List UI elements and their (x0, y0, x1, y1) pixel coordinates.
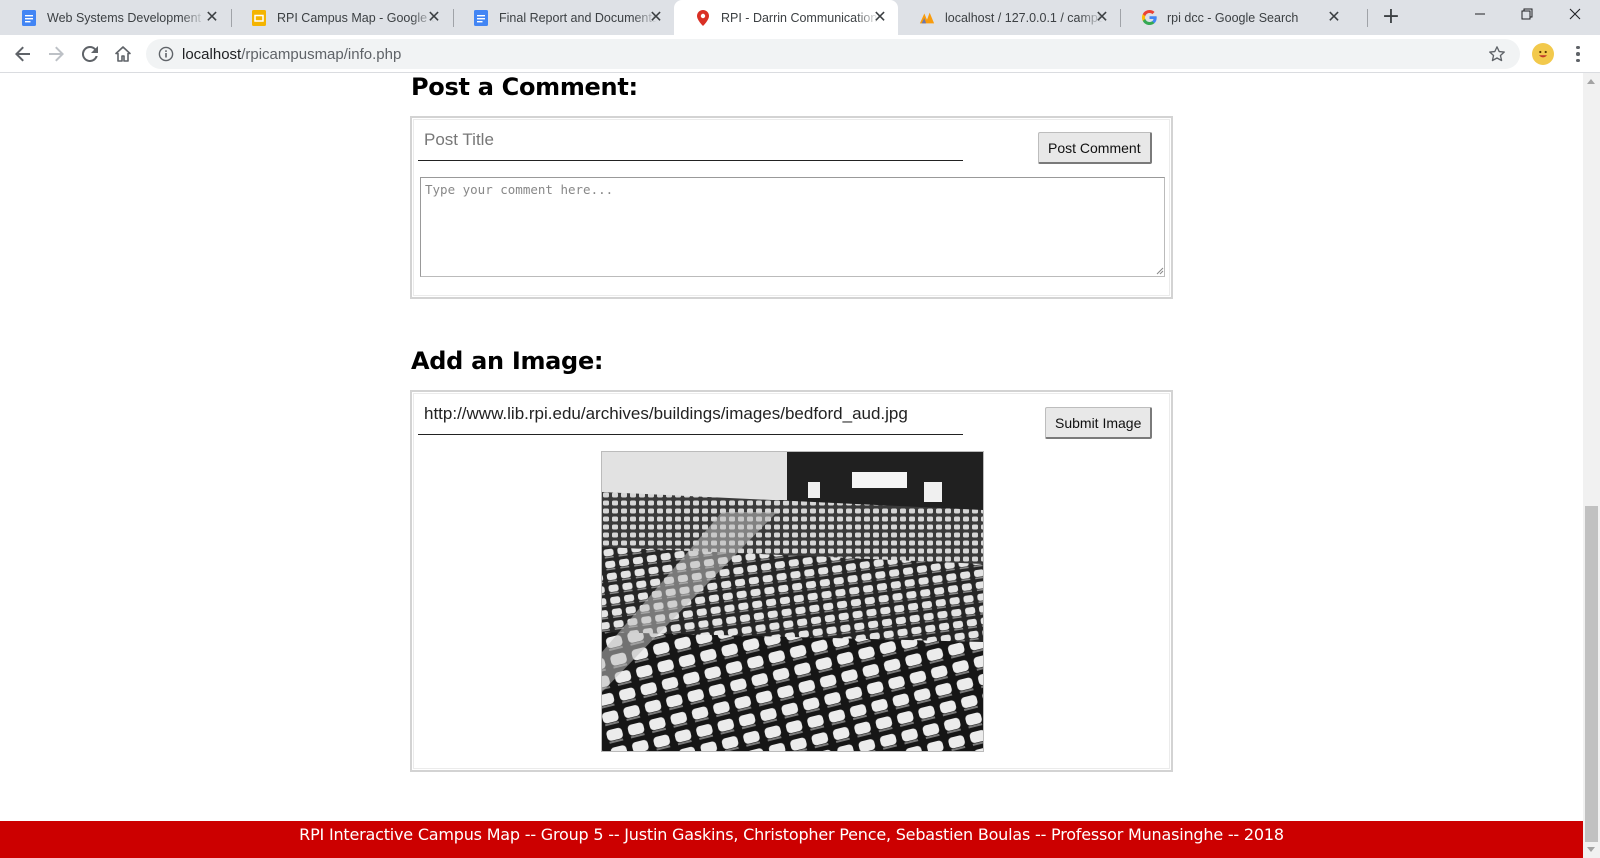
info-icon[interactable] (158, 46, 174, 62)
bookmark-star-icon[interactable] (1488, 45, 1506, 63)
browser-tab-3[interactable]: Final Report and Documentation ✕ (452, 0, 674, 35)
close-tab-icon[interactable]: ✕ (1094, 9, 1110, 25)
tab-title: RPI Campus Map - Google Slides (277, 10, 435, 25)
close-tab-icon[interactable]: ✕ (648, 9, 664, 25)
minimize-icon[interactable] (1457, 0, 1503, 33)
auditorium-photo-image (602, 452, 983, 751)
google-g-icon (1141, 10, 1157, 26)
tab-title: rpi dcc - Google Search (1167, 10, 1299, 25)
image-panel: Submit Image (410, 390, 1173, 772)
browser-tab-2[interactable]: RPI Campus Map - Google Slides ✕ (230, 0, 452, 35)
post-title-input[interactable] (418, 119, 963, 161)
map-pin-icon (695, 9, 711, 26)
browser-tab-4-active[interactable]: RPI - Darrin Communications Center ✕ (674, 0, 898, 35)
url-host: localhost (182, 46, 242, 63)
browser-tabstrip: Web Systems Development Project ✕ RPI Ca… (0, 0, 1600, 35)
close-window-icon[interactable] (1552, 0, 1598, 33)
back-arrow-icon[interactable] (11, 42, 35, 66)
browser-tab-5[interactable]: localhost / 127.0.0.1 / campus ✕ (898, 0, 1120, 35)
phpmyadmin-icon (919, 10, 935, 26)
google-slides-icon (251, 9, 267, 26)
tab-title: RPI - Darrin Communications Center (721, 10, 879, 25)
browser-tab-6[interactable]: rpi dcc - Google Search ✕ (1120, 0, 1352, 35)
comment-panel: Post Comment (410, 116, 1173, 299)
scroll-down-arrow-icon[interactable] (1587, 847, 1595, 852)
post-comment-button[interactable]: Post Comment (1038, 132, 1152, 164)
browser-menu-icon[interactable] (1570, 43, 1586, 65)
new-tab-button[interactable]: + (1379, 5, 1403, 29)
comment-body-textarea[interactable] (420, 177, 1165, 277)
tab-title: Final Report and Documentation (499, 10, 657, 25)
tab-title: localhost / 127.0.0.1 / campus (945, 10, 1103, 25)
close-tab-icon[interactable]: ✕ (204, 9, 220, 25)
image-heading: Add an Image: (411, 347, 604, 375)
scroll-up-arrow-icon[interactable] (1587, 79, 1595, 84)
auditorium-photo (601, 451, 984, 752)
tab-title: Web Systems Development Project (47, 10, 205, 25)
browser-tab-1[interactable]: Web Systems Development Project ✕ (0, 0, 230, 35)
tab-separator (1367, 9, 1368, 27)
scrollbar-thumb[interactable] (1585, 506, 1598, 842)
forward-arrow-icon[interactable] (44, 42, 68, 66)
restore-icon[interactable] (1504, 0, 1550, 33)
comment-heading: Post a Comment: (411, 73, 638, 101)
google-docs-icon (473, 9, 489, 26)
browser-toolbar: localhost/rpicampusmap/info.php (0, 35, 1600, 73)
image-url-input[interactable] (418, 393, 963, 435)
page-viewport: Post a Comment: Post Comment Add an Imag… (0, 73, 1583, 858)
close-tab-icon[interactable]: ✕ (872, 9, 888, 25)
close-tab-icon[interactable]: ✕ (426, 9, 442, 25)
page-scrollbar[interactable] (1583, 73, 1600, 858)
resize-grip-icon[interactable] (1155, 266, 1164, 275)
submit-image-button[interactable]: Submit Image (1045, 407, 1153, 439)
reload-icon[interactable] (78, 42, 102, 66)
profile-avatar-icon[interactable] (1532, 43, 1554, 65)
google-docs-icon (21, 9, 37, 26)
close-tab-icon[interactable]: ✕ (1326, 9, 1342, 25)
url-path: /rpicampusmap/info.php (241, 46, 402, 63)
address-url: localhost/rpicampusmap/info.php (182, 46, 401, 63)
page-footer: RPI Interactive Campus Map -- Group 5 --… (0, 821, 1583, 858)
address-bar[interactable]: localhost/rpicampusmap/info.php (146, 39, 1520, 69)
home-icon[interactable] (111, 42, 135, 66)
